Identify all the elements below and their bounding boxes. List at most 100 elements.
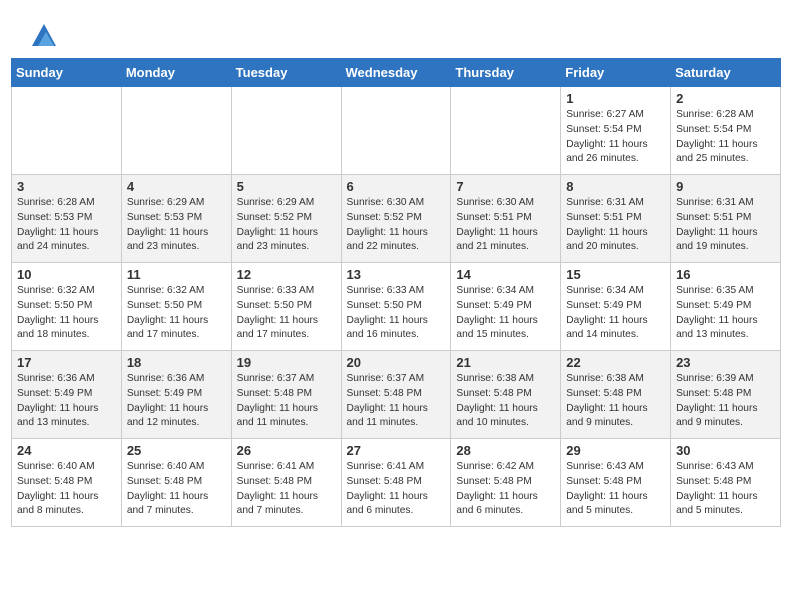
day-number: 6 [347, 179, 446, 194]
day-info: Sunrise: 6:37 AMSunset: 5:48 PMDaylight:… [347, 372, 446, 431]
day-info: Sunrise: 6:30 AMSunset: 5:51 PMDaylight:… [456, 196, 555, 255]
calendar-cell: 2 Sunrise: 6:28 AMSunset: 5:54 PMDaylight… [671, 87, 781, 175]
day-number: 19 [237, 355, 336, 370]
header [0, 0, 792, 58]
day-info: Sunrise: 6:34 AMSunset: 5:49 PMDaylight:… [456, 284, 555, 343]
weekday-header-thursday: Thursday [451, 59, 561, 87]
day-info: Sunrise: 6:33 AMSunset: 5:50 PMDaylight:… [347, 284, 446, 343]
logo [24, 18, 60, 50]
weekday-header-friday: Friday [561, 59, 671, 87]
day-info: Sunrise: 6:34 AMSunset: 5:49 PMDaylight:… [566, 284, 665, 343]
day-info: Sunrise: 6:41 AMSunset: 5:48 PMDaylight:… [347, 460, 446, 519]
day-info: Sunrise: 6:32 AMSunset: 5:50 PMDaylight:… [127, 284, 226, 343]
day-number: 3 [17, 179, 116, 194]
day-number: 26 [237, 443, 336, 458]
day-info: Sunrise: 6:42 AMSunset: 5:48 PMDaylight:… [456, 460, 555, 519]
day-number: 27 [347, 443, 446, 458]
day-info: Sunrise: 6:36 AMSunset: 5:49 PMDaylight:… [17, 372, 116, 431]
day-number: 21 [456, 355, 555, 370]
calendar-cell: 19 Sunrise: 6:37 AMSunset: 5:48 PMDayligh… [231, 351, 341, 439]
day-number: 9 [676, 179, 775, 194]
day-info: Sunrise: 6:40 AMSunset: 5:48 PMDaylight:… [17, 460, 116, 519]
day-number: 24 [17, 443, 116, 458]
day-number: 17 [17, 355, 116, 370]
day-number: 29 [566, 443, 665, 458]
day-number: 13 [347, 267, 446, 282]
calendar-cell: 21 Sunrise: 6:38 AMSunset: 5:48 PMDayligh… [451, 351, 561, 439]
day-info: Sunrise: 6:41 AMSunset: 5:48 PMDaylight:… [237, 460, 336, 519]
day-number: 11 [127, 267, 226, 282]
calendar-cell: 13 Sunrise: 6:33 AMSunset: 5:50 PMDayligh… [341, 263, 451, 351]
calendar-cell: 23Sunrise: 6:39 AMSunset: 5:48 PMDayligh… [671, 351, 781, 439]
calendar-cell [451, 87, 561, 175]
day-info: Sunrise: 6:31 AMSunset: 5:51 PMDaylight:… [566, 196, 665, 255]
calendar-cell: 7 Sunrise: 6:30 AMSunset: 5:51 PMDaylight… [451, 175, 561, 263]
calendar-cell: 3 Sunrise: 6:28 AMSunset: 5:53 PMDaylight… [12, 175, 122, 263]
calendar-table: SundayMondayTuesdayWednesdayThursdayFrid… [11, 58, 781, 527]
weekday-header-monday: Monday [121, 59, 231, 87]
day-number: 8 [566, 179, 665, 194]
calendar-cell [121, 87, 231, 175]
calendar-cell: 6 Sunrise: 6:30 AMSunset: 5:52 PMDaylight… [341, 175, 451, 263]
calendar-cell: 20 Sunrise: 6:37 AMSunset: 5:48 PMDayligh… [341, 351, 451, 439]
day-info: Sunrise: 6:38 AMSunset: 5:48 PMDaylight:… [456, 372, 555, 431]
calendar-cell: 14 Sunrise: 6:34 AMSunset: 5:49 PMDayligh… [451, 263, 561, 351]
calendar-cell: 15 Sunrise: 6:34 AMSunset: 5:49 PMDayligh… [561, 263, 671, 351]
day-info: Sunrise: 6:33 AMSunset: 5:50 PMDaylight:… [237, 284, 336, 343]
calendar-cell [12, 87, 122, 175]
week-row-5: 24 Sunrise: 6:40 AMSunset: 5:48 PMDayligh… [12, 439, 781, 527]
day-info: Sunrise: 6:36 AMSunset: 5:49 PMDaylight:… [127, 372, 226, 431]
day-number: 25 [127, 443, 226, 458]
day-info: Sunrise: 6:28 AMSunset: 5:54 PMDaylight:… [676, 108, 775, 167]
day-info: Sunrise: 6:38 AMSunset: 5:48 PMDaylight:… [566, 372, 665, 431]
calendar-cell: 4Sunrise: 6:29 AMSunset: 5:53 PMDaylight… [121, 175, 231, 263]
day-number: 12 [237, 267, 336, 282]
calendar-cell: 24 Sunrise: 6:40 AMSunset: 5:48 PMDayligh… [12, 439, 122, 527]
day-number: 28 [456, 443, 555, 458]
day-info: Sunrise: 6:40 AMSunset: 5:48 PMDaylight:… [127, 460, 226, 519]
day-info: Sunrise: 6:39 AMSunset: 5:48 PMDaylight:… [676, 372, 775, 431]
day-info: Sunrise: 6:27 AMSunset: 5:54 PMDaylight:… [566, 108, 665, 167]
logo-icon [28, 18, 60, 50]
day-number: 15 [566, 267, 665, 282]
calendar-cell: 10 Sunrise: 6:32 AMSunset: 5:50 PMDayligh… [12, 263, 122, 351]
calendar-cell [341, 87, 451, 175]
calendar-cell: 16Sunrise: 6:35 AMSunset: 5:49 PMDayligh… [671, 263, 781, 351]
weekday-header-wednesday: Wednesday [341, 59, 451, 87]
day-number: 10 [17, 267, 116, 282]
calendar-cell: 12 Sunrise: 6:33 AMSunset: 5:50 PMDayligh… [231, 263, 341, 351]
day-number: 14 [456, 267, 555, 282]
day-info: Sunrise: 6:30 AMSunset: 5:52 PMDaylight:… [347, 196, 446, 255]
day-number: 30 [676, 443, 775, 458]
day-number: 2 [676, 91, 775, 106]
calendar-cell: 18 Sunrise: 6:36 AMSunset: 5:49 PMDayligh… [121, 351, 231, 439]
calendar-cell [231, 87, 341, 175]
calendar-cell: 8 Sunrise: 6:31 AMSunset: 5:51 PMDaylight… [561, 175, 671, 263]
calendar-cell: 5 Sunrise: 6:29 AMSunset: 5:52 PMDaylight… [231, 175, 341, 263]
day-number: 18 [127, 355, 226, 370]
day-info: Sunrise: 6:29 AMSunset: 5:52 PMDaylight:… [237, 196, 336, 255]
day-number: 7 [456, 179, 555, 194]
calendar-cell: 1 Sunrise: 6:27 AMSunset: 5:54 PMDaylight… [561, 87, 671, 175]
calendar-cell: 30Sunrise: 6:43 AMSunset: 5:48 PMDayligh… [671, 439, 781, 527]
day-info: Sunrise: 6:29 AMSunset: 5:53 PMDaylight:… [127, 196, 226, 255]
day-info: Sunrise: 6:43 AMSunset: 5:48 PMDaylight:… [566, 460, 665, 519]
day-number: 5 [237, 179, 336, 194]
day-info: Sunrise: 6:31 AMSunset: 5:51 PMDaylight:… [676, 196, 775, 255]
calendar-cell: 22 Sunrise: 6:38 AMSunset: 5:48 PMDayligh… [561, 351, 671, 439]
calendar-cell: 27 Sunrise: 6:41 AMSunset: 5:48 PMDayligh… [341, 439, 451, 527]
day-info: Sunrise: 6:37 AMSunset: 5:48 PMDaylight:… [237, 372, 336, 431]
calendar-cell: 11 Sunrise: 6:32 AMSunset: 5:50 PMDayligh… [121, 263, 231, 351]
day-number: 22 [566, 355, 665, 370]
week-row-2: 3 Sunrise: 6:28 AMSunset: 5:53 PMDaylight… [12, 175, 781, 263]
day-info: Sunrise: 6:32 AMSunset: 5:50 PMDaylight:… [17, 284, 116, 343]
weekday-header-tuesday: Tuesday [231, 59, 341, 87]
week-row-3: 10 Sunrise: 6:32 AMSunset: 5:50 PMDayligh… [12, 263, 781, 351]
days-header-row: SundayMondayTuesdayWednesdayThursdayFrid… [12, 59, 781, 87]
week-row-4: 17 Sunrise: 6:36 AMSunset: 5:49 PMDayligh… [12, 351, 781, 439]
day-info: Sunrise: 6:28 AMSunset: 5:53 PMDaylight:… [17, 196, 116, 255]
day-number: 20 [347, 355, 446, 370]
weekday-header-saturday: Saturday [671, 59, 781, 87]
calendar-cell: 9 Sunrise: 6:31 AMSunset: 5:51 PMDaylight… [671, 175, 781, 263]
day-number: 1 [566, 91, 665, 106]
